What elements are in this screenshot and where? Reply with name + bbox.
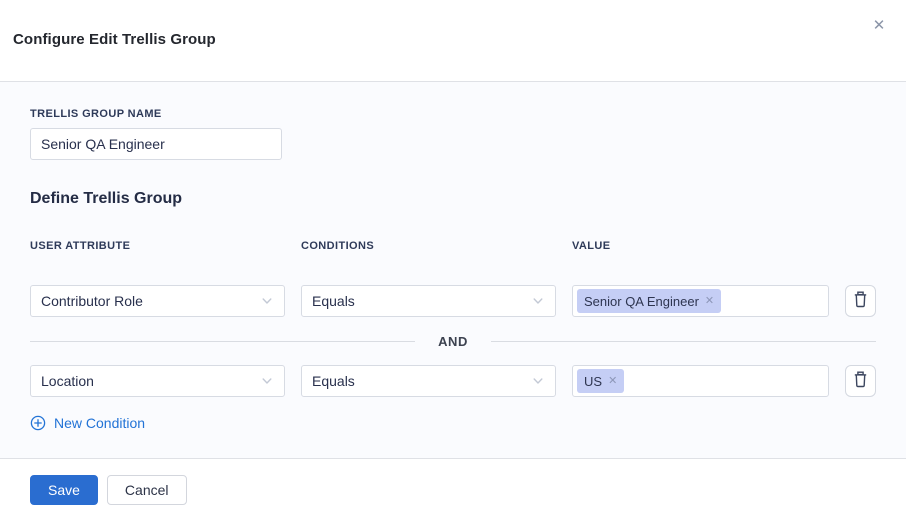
condition-row: Contributor Role Equals Senior QA Engine…: [30, 285, 876, 317]
condition-select[interactable]: Equals: [301, 365, 556, 397]
divider-line: [30, 341, 415, 342]
chevron-down-icon: [531, 294, 545, 308]
cancel-button[interactable]: Cancel: [107, 475, 187, 505]
modal-header: Configure Edit Trellis Group ✕: [0, 0, 906, 82]
user-attribute-select[interactable]: Contributor Role: [30, 285, 285, 317]
value-input[interactable]: Senior QA Engineer ✕: [572, 285, 829, 317]
chip-remove-icon[interactable]: ✕: [608, 376, 617, 387]
condition-select-value: Equals: [312, 293, 355, 309]
define-trellis-group-heading: Define Trellis Group: [30, 190, 876, 208]
delete-condition-button[interactable]: [845, 365, 876, 397]
value-chip-label: Senior QA Engineer: [584, 294, 699, 309]
condition-select-value: Equals: [312, 373, 355, 389]
trellis-group-name-input[interactable]: [30, 128, 282, 160]
delete-condition-button[interactable]: [845, 285, 876, 317]
trash-icon: [853, 371, 868, 391]
plus-circle-icon: [30, 415, 46, 431]
new-condition-button[interactable]: New Condition: [30, 415, 145, 431]
divider-line: [491, 341, 876, 342]
trellis-group-name-label: TRELLIS GROUP NAME: [30, 108, 876, 120]
modal-body: TRELLIS GROUP NAME Define Trellis Group …: [0, 82, 906, 458]
and-connector-label: AND: [415, 334, 491, 349]
user-attribute-select[interactable]: Location: [30, 365, 285, 397]
save-button[interactable]: Save: [30, 475, 98, 505]
condition-row: Location Equals US ✕: [30, 365, 876, 397]
chevron-down-icon: [260, 374, 274, 388]
chevron-down-icon: [260, 294, 274, 308]
modal-title: Configure Edit Trellis Group: [13, 31, 216, 48]
value-chip-label: US: [584, 374, 602, 389]
value-chip: Senior QA Engineer ✕: [577, 289, 721, 313]
column-header-user-attribute: USER ATTRIBUTE: [30, 240, 285, 252]
modal-footer: Save Cancel: [0, 458, 906, 521]
chevron-down-icon: [531, 374, 545, 388]
column-header-conditions: CONDITIONS: [301, 240, 556, 252]
value-chip: US ✕: [577, 369, 624, 393]
value-input[interactable]: US ✕: [572, 365, 829, 397]
configure-trellis-group-modal: Configure Edit Trellis Group ✕ TRELLIS G…: [0, 0, 906, 521]
trash-icon: [853, 291, 868, 311]
user-attribute-select-value: Location: [41, 373, 94, 389]
user-attribute-select-value: Contributor Role: [41, 293, 143, 309]
condition-select[interactable]: Equals: [301, 285, 556, 317]
chip-remove-icon[interactable]: ✕: [705, 296, 714, 307]
close-icon[interactable]: ✕: [868, 14, 890, 36]
and-connector: AND: [30, 334, 876, 348]
column-header-value: VALUE: [572, 240, 829, 252]
new-condition-label: New Condition: [54, 415, 145, 431]
condition-column-headers: USER ATTRIBUTE CONDITIONS VALUE: [30, 240, 876, 252]
